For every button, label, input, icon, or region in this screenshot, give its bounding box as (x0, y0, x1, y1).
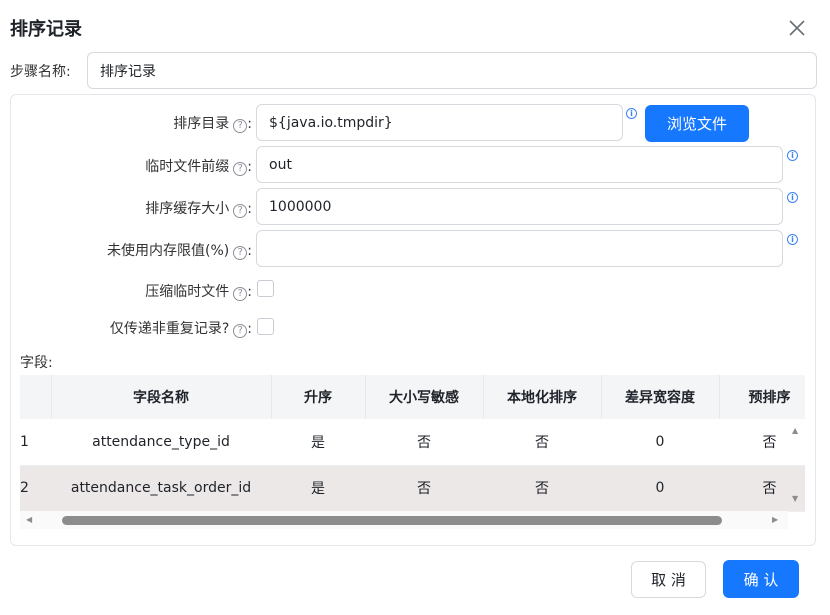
temp-prefix-input[interactable] (256, 146, 783, 183)
cell-locale-sort[interactable]: 否 (483, 419, 601, 466)
column-header-field-name[interactable]: 字段名称 (51, 375, 272, 419)
close-icon[interactable] (787, 18, 807, 38)
column-header-collator-strength[interactable]: 差异宽容度 (601, 375, 720, 419)
column-header-locale-sort[interactable]: 本地化排序 (483, 375, 602, 419)
table-row[interactable]: 1 attendance_type_id 是 否 否 0 否 (20, 419, 805, 466)
scroll-up-icon[interactable]: ▲ (792, 426, 798, 435)
scroll-left-icon[interactable]: ◀ (26, 515, 32, 524)
horizontal-scrollbar[interactable]: ◀ ▶ (20, 511, 788, 529)
help-icon: ? (233, 119, 248, 133)
sort-dir-label: 排序目录?: (173, 116, 252, 133)
sort-buffer-input[interactable] (256, 188, 783, 225)
cell-field-name[interactable]: attendance_task_order_id (51, 465, 271, 512)
step-name-label: 步骤名称: (10, 64, 71, 80)
unique-label: 仅传递非重复记录??: (109, 321, 252, 338)
info-icon: i (787, 150, 798, 161)
fields-table: 字段名称 升序 大小写敏感 本地化排序 差异宽容度 预排序 1 attendan… (20, 375, 805, 530)
cell-collator-strength[interactable]: 0 (601, 465, 719, 512)
compress-label: 压缩临时文件?: (145, 284, 252, 301)
scroll-down-icon[interactable]: ▼ (792, 494, 798, 503)
cancel-button[interactable]: 取 消 (631, 561, 706, 598)
ok-button[interactable]: 确 认 (723, 560, 799, 598)
sort-rows-dialog: 排序记录 步骤名称: 排序目录?: i 浏览文件 临时文件前缀?: i 排序缓存… (0, 0, 830, 615)
sort-dir-input[interactable] (256, 104, 623, 141)
cell-ascending[interactable]: 是 (271, 465, 365, 512)
help-icon: ? (233, 246, 248, 260)
info-icon: i (787, 192, 798, 203)
table-header-row: 字段名称 升序 大小写敏感 本地化排序 差异宽容度 预排序 (20, 375, 805, 419)
column-header-presorted[interactable]: 预排序 (719, 375, 805, 419)
sort-buffer-label: 排序缓存大小?: (145, 201, 252, 218)
row-index: 1 (20, 419, 51, 466)
scroll-right-icon[interactable]: ▶ (772, 515, 778, 524)
mem-limit-input[interactable] (256, 230, 783, 267)
temp-prefix-label: 临时文件前缀?: (145, 159, 252, 176)
cell-case-sensitive[interactable]: 否 (365, 419, 483, 466)
cell-locale-sort[interactable]: 否 (483, 465, 601, 512)
vertical-scrollbar[interactable]: ▲ ▼ (788, 420, 804, 512)
scrollbar-thumb[interactable] (62, 516, 722, 525)
info-icon: i (787, 234, 798, 245)
table-row[interactable]: 2 attendance_task_order_id 是 否 否 0 否 (20, 465, 805, 512)
mem-limit-label: 未使用内存限值(%)?: (107, 243, 252, 260)
cell-case-sensitive[interactable]: 否 (365, 465, 483, 512)
help-icon: ? (233, 287, 248, 301)
browse-button[interactable]: 浏览文件 (645, 105, 749, 142)
unique-checkbox[interactable] (257, 318, 274, 335)
column-header-ascending[interactable]: 升序 (271, 375, 366, 419)
help-icon: ? (233, 162, 248, 176)
compress-checkbox[interactable] (257, 280, 274, 297)
fields-label: 字段: (20, 355, 53, 371)
help-icon: ? (233, 204, 248, 218)
help-icon: ? (233, 324, 248, 338)
info-icon: i (626, 108, 637, 119)
cell-collator-strength[interactable]: 0 (601, 419, 719, 466)
cell-field-name[interactable]: attendance_type_id (51, 419, 271, 466)
step-name-input[interactable] (87, 52, 817, 89)
cell-ascending[interactable]: 是 (271, 419, 365, 466)
column-header-index (20, 375, 52, 419)
dialog-title: 排序记录 (10, 19, 82, 40)
row-index: 2 (20, 465, 51, 512)
column-header-case-sensitive[interactable]: 大小写敏感 (365, 375, 484, 419)
